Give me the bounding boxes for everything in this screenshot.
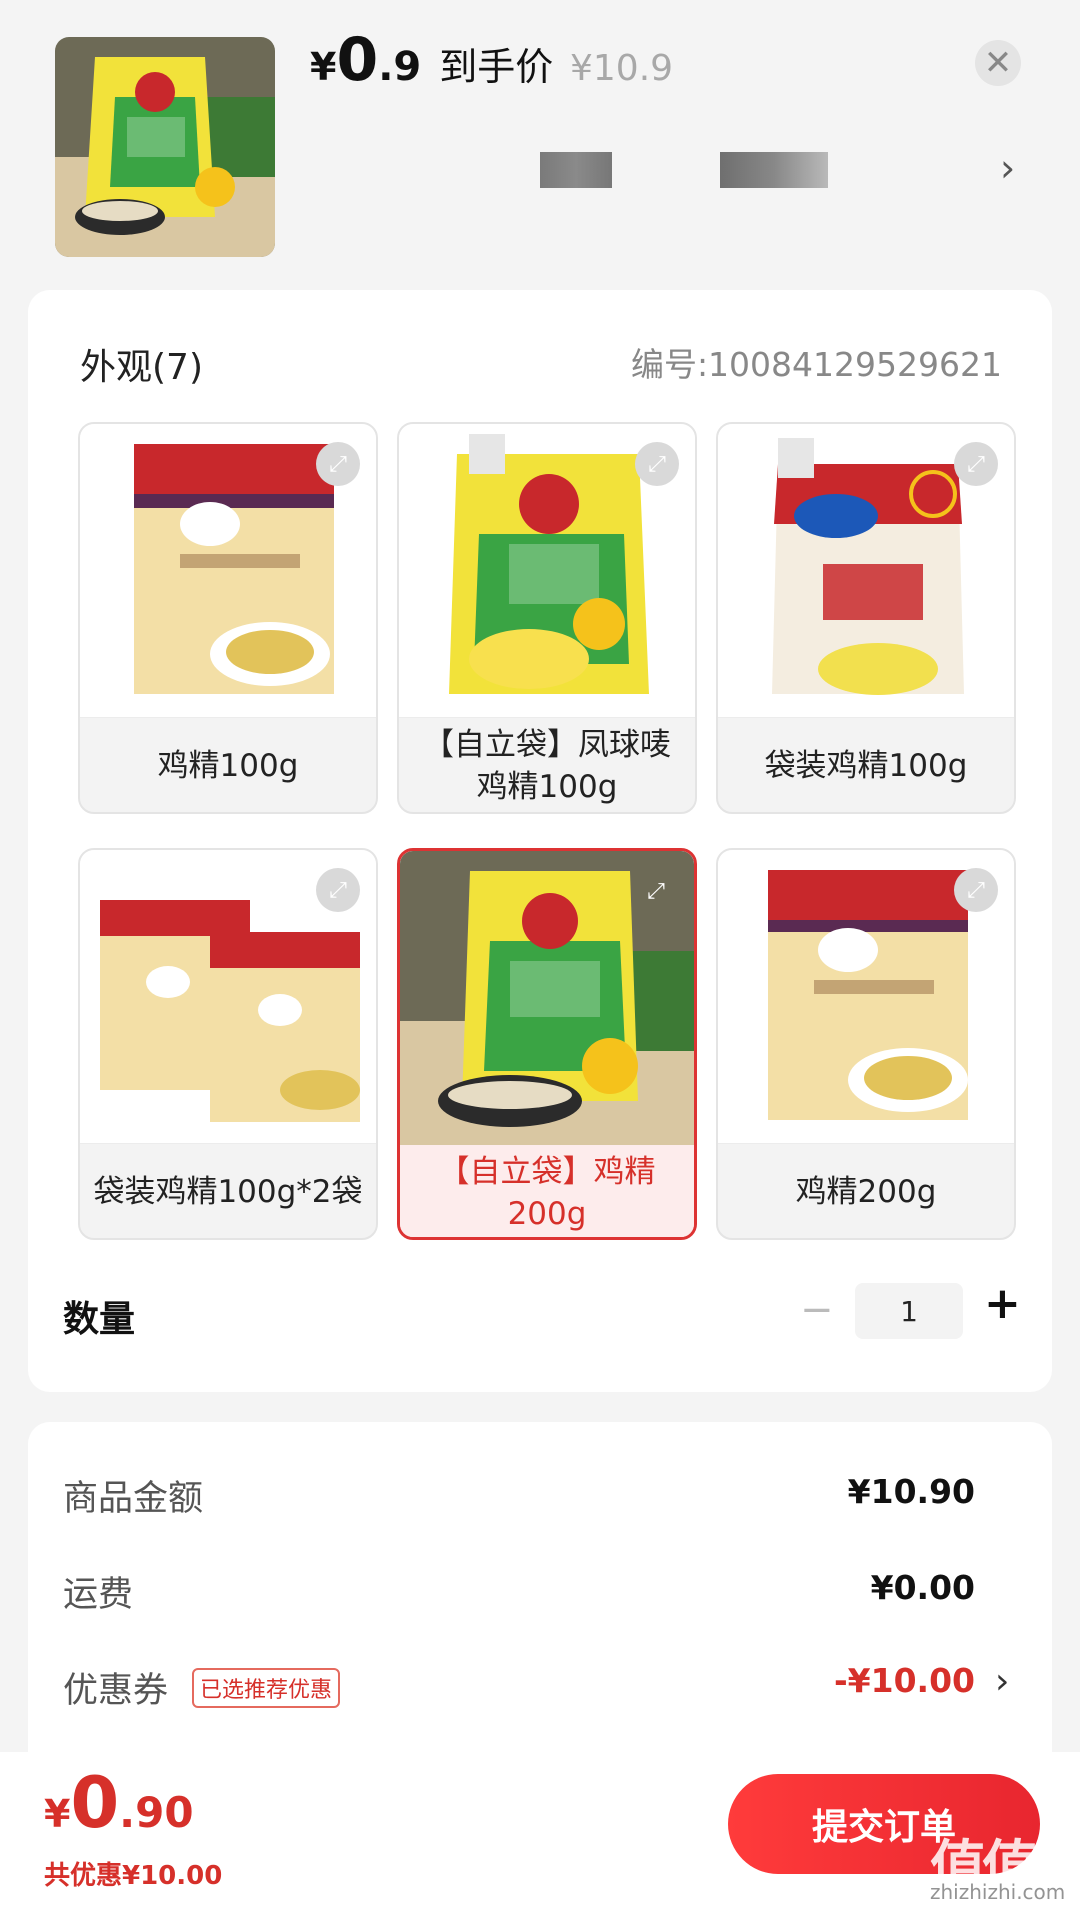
sku-number: 编号:10084129529621	[630, 345, 1002, 384]
option-label: 鸡精100g	[157, 748, 299, 784]
shipping-label: 运费	[63, 1575, 134, 1615]
option-item[interactable]: ⤢ 【自立袋】凤球唛鸡精100g	[397, 422, 697, 814]
goods-amount-label: 商品金额	[63, 1479, 204, 1519]
option-item[interactable]: ⤢ 鸡精200g	[716, 848, 1016, 1240]
coupon-value[interactable]: -¥10.00	[834, 1661, 975, 1700]
product-thumbnail[interactable]	[55, 37, 275, 257]
option-item[interactable]: ⤢ 袋装鸡精100g	[716, 422, 1016, 814]
coupon-badge: 已选推荐优惠	[192, 1668, 341, 1708]
quantity-increase-button[interactable]: +	[984, 1278, 1021, 1329]
total-currency: ¥	[44, 1792, 71, 1836]
price-currency: ¥	[310, 45, 337, 89]
chevron-right-icon[interactable]: ›	[995, 1661, 1009, 1702]
watermark-url: zhizhizhi.com	[930, 1880, 1066, 1904]
total-integer: 0	[70, 1762, 120, 1844]
option-label: 袋装鸡精100g*2袋	[93, 1174, 363, 1210]
option-label: 【自立袋】鸡精200g	[400, 1145, 694, 1237]
quantity-label: 数量	[63, 1299, 136, 1340]
close-button[interactable]: ✕	[975, 40, 1021, 86]
expand-icon[interactable]: ⤢	[634, 869, 678, 913]
appearance-title: 外观(7)	[80, 347, 203, 388]
deal-price: ¥ 0 .9 到手价	[310, 30, 553, 91]
option-item[interactable]: ⤢ 袋装鸡精100g*2袋	[78, 848, 378, 1240]
expand-icon[interactable]: ⤢	[954, 442, 998, 486]
blurred-text	[540, 152, 612, 188]
shipping-value: ¥0.00	[870, 1568, 975, 1607]
expand-icon[interactable]: ⤢	[316, 868, 360, 912]
total-saving: 共优惠¥10.00	[44, 1861, 223, 1891]
option-label: 袋装鸡精100g	[764, 748, 968, 784]
expand-icon[interactable]: ⤢	[316, 442, 360, 486]
option-label: 【自立袋】凤球唛鸡精100g	[423, 727, 671, 805]
option-label: 鸡精200g	[795, 1174, 937, 1210]
goods-amount-value: ¥10.90	[847, 1472, 975, 1511]
price-label: 到手价	[439, 45, 554, 89]
total-price: ¥ 0 .90	[44, 1768, 194, 1838]
quantity-decrease-button[interactable]: −	[800, 1287, 834, 1333]
option-item[interactable]: ⤢ 鸡精100g	[78, 422, 378, 814]
price-decimal: .9	[378, 44, 422, 90]
quantity-input[interactable]: 1	[855, 1283, 963, 1339]
expand-icon[interactable]: ⤢	[954, 868, 998, 912]
close-icon: ✕	[983, 43, 1013, 83]
chevron-right-icon[interactable]: ›	[1000, 146, 1015, 190]
total-decimal: .90	[119, 1788, 194, 1837]
expand-icon[interactable]: ⤢	[635, 442, 679, 486]
blurred-text	[720, 152, 828, 188]
original-price: ¥10.9	[570, 48, 674, 89]
option-item-selected[interactable]: ⤢ 【自立袋】鸡精200g	[397, 848, 697, 1240]
coupon-label: 优惠券	[63, 1671, 169, 1711]
price-integer: 0	[336, 25, 379, 95]
